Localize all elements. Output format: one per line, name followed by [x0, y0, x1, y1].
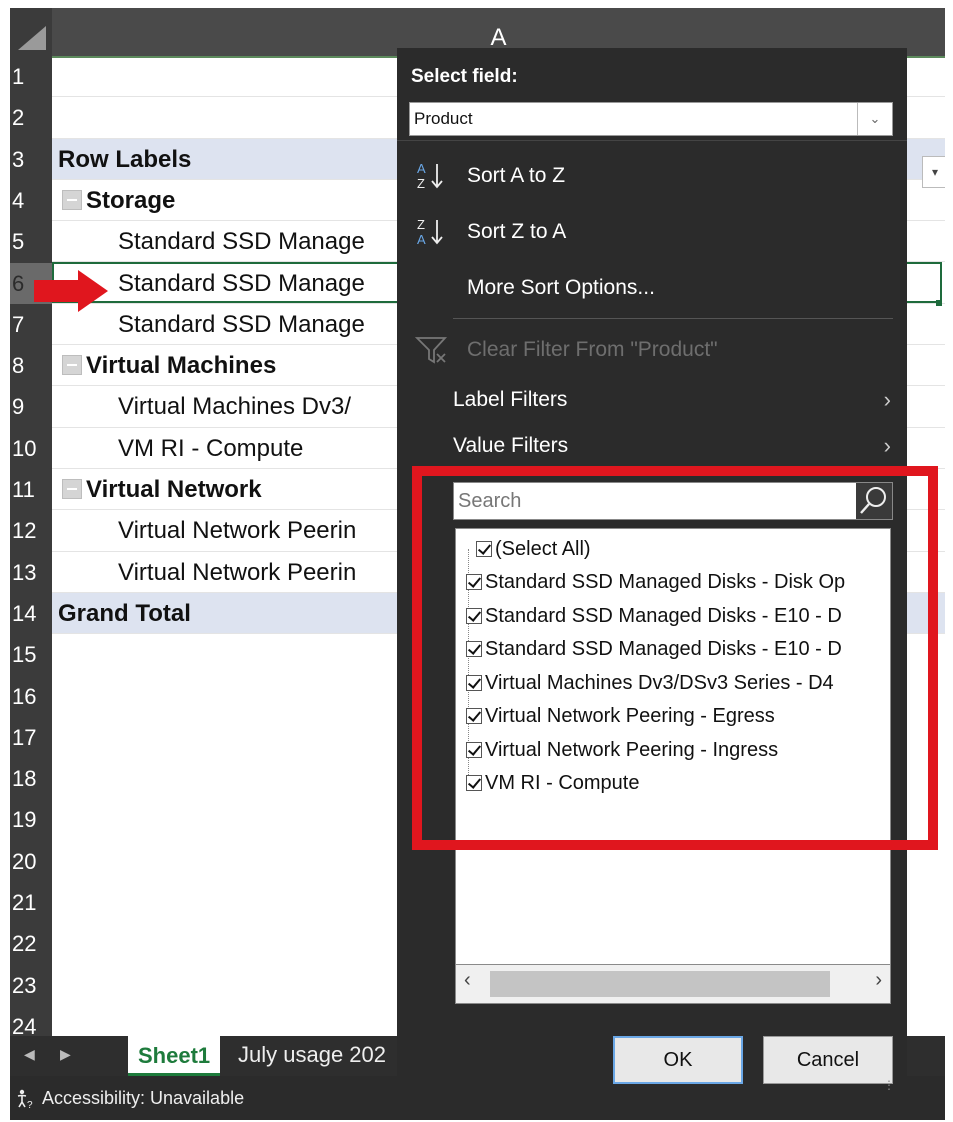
- chevron-right-icon: ›: [883, 433, 891, 458]
- clear-filter: Clear Filter From "Product": [397, 324, 907, 376]
- row-header[interactable]: 23: [10, 965, 52, 1006]
- row-header[interactable]: 11: [10, 469, 52, 510]
- row-header[interactable]: 17: [10, 717, 52, 758]
- svg-text:?: ?: [27, 1100, 33, 1110]
- tab-scroll-right-icon[interactable]: ▶: [60, 1046, 71, 1063]
- collapse-icon[interactable]: [62, 355, 82, 376]
- row-header[interactable]: 18: [10, 758, 52, 799]
- scroll-right-icon[interactable]: ›: [875, 969, 882, 992]
- svg-text:Z: Z: [417, 176, 425, 191]
- svg-text:A: A: [417, 232, 426, 247]
- row-header[interactable]: 10: [10, 428, 52, 469]
- group-label: Virtual Network: [86, 476, 262, 503]
- sort-z-to-a-label: Sort Z to A: [467, 220, 567, 243]
- label-filters-menu[interactable]: Label Filters ›: [397, 374, 907, 426]
- row-header[interactable]: 12: [10, 510, 52, 551]
- tab-sheet1[interactable]: Sheet1: [128, 1036, 221, 1076]
- corner-triangle-icon: [18, 26, 46, 50]
- clear-filter-icon: [415, 337, 448, 364]
- value-filters-menu[interactable]: Value Filters ›: [397, 420, 907, 472]
- row-header[interactable]: 20: [10, 841, 52, 882]
- sort-descending-icon: Z A: [417, 217, 443, 247]
- row-header[interactable]: 22: [10, 923, 52, 964]
- clear-filter-label: Clear Filter From "Product": [467, 338, 718, 361]
- accessibility-icon[interactable]: ?: [10, 1076, 40, 1120]
- more-sort-options[interactable]: More Sort Options...: [397, 262, 907, 314]
- row-header[interactable]: 4: [10, 180, 52, 221]
- svg-text:Z: Z: [417, 217, 425, 232]
- row-headers: 1 2 3 4 5 6 7 8 9 10 11 12 13 14 15 16 1…: [10, 56, 52, 1056]
- sort-a-to-z-label: Sort A to Z: [467, 164, 566, 187]
- collapse-icon[interactable]: [62, 479, 82, 499]
- field-select-value: Product: [414, 109, 473, 128]
- group-label: Virtual Machines: [86, 352, 277, 380]
- divider: [453, 318, 893, 319]
- accessibility-status[interactable]: Accessibility: Unavailable: [42, 1076, 244, 1120]
- sort-a-to-z[interactable]: A Z Sort A to Z: [397, 150, 907, 202]
- group-label: Storage: [86, 186, 176, 214]
- scrollbar-thumb[interactable]: [490, 971, 830, 997]
- tab-scroll-left-icon[interactable]: ◀: [24, 1046, 35, 1063]
- red-highlight-box: [412, 466, 938, 850]
- row-header[interactable]: 19: [10, 799, 52, 840]
- field-select[interactable]: Product ⌄: [409, 102, 893, 136]
- select-field-label: Select field:: [411, 66, 518, 87]
- value-filters-label: Value Filters: [453, 434, 569, 457]
- ok-button[interactable]: OK: [613, 1036, 743, 1084]
- row-header[interactable]: 1: [10, 56, 52, 97]
- sort-ascending-icon: A Z: [417, 161, 443, 191]
- label-filters-label: Label Filters: [453, 388, 568, 411]
- row-header[interactable]: 13: [10, 552, 52, 593]
- row-header[interactable]: 3: [10, 139, 52, 180]
- divider: [397, 140, 907, 141]
- row-labels-dropdown-button[interactable]: ▾: [922, 156, 945, 188]
- row-header[interactable]: 5: [10, 221, 52, 262]
- collapse-icon[interactable]: [62, 189, 82, 210]
- row-header[interactable]: 15: [10, 634, 52, 675]
- horizontal-scrollbar[interactable]: ‹ ›: [455, 964, 891, 1004]
- row-header[interactable]: 9: [10, 386, 52, 427]
- row-header[interactable]: 8: [10, 345, 52, 386]
- fill-handle[interactable]: [936, 300, 942, 306]
- svg-text:A: A: [417, 161, 426, 176]
- cancel-button[interactable]: Cancel: [763, 1036, 893, 1084]
- resize-grip-icon[interactable]: ⋮: [883, 1078, 895, 1092]
- tab-july-usage[interactable]: July usage 202: [228, 1036, 418, 1076]
- row-header[interactable]: 14: [10, 593, 52, 634]
- red-arrow-icon: [34, 270, 108, 312]
- chevron-down-icon[interactable]: ⌄: [857, 103, 892, 135]
- more-sort-options-label: More Sort Options...: [467, 276, 655, 299]
- row-header[interactable]: 2: [10, 97, 52, 138]
- row-header[interactable]: 21: [10, 882, 52, 923]
- scroll-left-icon[interactable]: ‹: [464, 969, 471, 992]
- row-header[interactable]: 16: [10, 676, 52, 717]
- sort-z-to-a[interactable]: Z A Sort Z to A: [397, 206, 907, 258]
- chevron-right-icon: ›: [883, 387, 891, 412]
